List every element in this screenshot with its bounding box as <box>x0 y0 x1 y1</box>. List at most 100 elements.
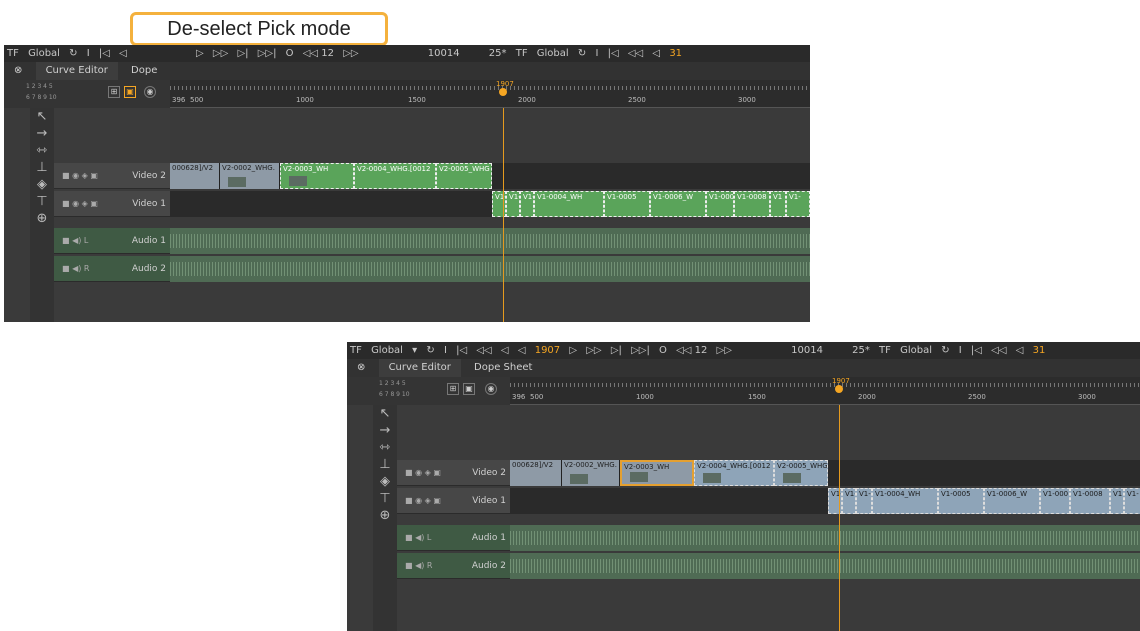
track-toggle-icons[interactable]: ■ ◉ ◈ ▣ <box>405 496 441 505</box>
track-arrow-icon[interactable]: → <box>373 422 397 439</box>
in-point-button-right[interactable]: I <box>956 342 965 359</box>
track-header-audio-2[interactable]: ■ ◀) R Audio 2 <box>397 553 510 579</box>
track-header-video-2[interactable]: ■ ◉ ◈ ▣ Video 2 <box>54 163 170 189</box>
clip-picked[interactable]: V1- <box>520 191 534 217</box>
tf-dropdown-right[interactable]: TF <box>513 45 531 62</box>
frame-field[interactable]: 1907 <box>532 342 563 359</box>
clip[interactable]: V1 <box>1110 488 1124 514</box>
track-number-row-1[interactable]: 1 2 3 4 5 <box>26 83 53 90</box>
fast-forward-button[interactable]: ▷▷ <box>583 342 604 359</box>
global-dropdown[interactable]: Global <box>368 342 406 359</box>
go-end-button[interactable]: ▷▷| <box>628 342 653 359</box>
time-ruler[interactable]: 396 500 1000 1500 2000 2500 3000 1907 <box>510 377 1140 405</box>
track-header-video-1[interactable]: ■ ◉ ◈ ▣ Video 1 <box>397 488 510 514</box>
clip[interactable]: V1- <box>1124 488 1140 514</box>
clip[interactable]: 000628]/V2 <box>170 163 220 189</box>
clip-picked[interactable]: V2-0005_WHG <box>436 163 492 189</box>
step-back-button-right[interactable]: ◁ <box>1013 342 1027 359</box>
out-point-button[interactable]: O <box>283 45 297 62</box>
clip[interactable]: 000628]/V2 <box>510 460 562 486</box>
step-back-button-right[interactable]: ◁ <box>649 45 663 62</box>
global-dropdown-right[interactable]: Global <box>897 342 935 359</box>
playhead-handle[interactable] <box>499 88 507 96</box>
tf-dropdown[interactable]: TF <box>4 45 22 62</box>
step-back-button[interactable]: ◁ <box>116 45 130 62</box>
blade-icon[interactable]: ◈ <box>373 473 397 490</box>
clip-picked[interactable]: V1-0008 <box>734 191 770 217</box>
frame-field-right[interactable]: 31 <box>1030 342 1049 359</box>
tf-dropdown[interactable]: TF <box>347 342 365 359</box>
blade-icon[interactable]: ◈ <box>30 176 54 193</box>
playhead-handle[interactable] <box>835 385 843 393</box>
track-number-row-1[interactable]: 1 2 3 4 5 <box>379 380 406 387</box>
rewind-button-right[interactable]: ◁◁ <box>625 45 646 62</box>
track-header-video-1[interactable]: ■ ◉ ◈ ▣ Video 1 <box>54 191 170 217</box>
zoom-icon[interactable]: ⊕ <box>373 507 397 524</box>
grid-icon[interactable]: ⊞ <box>447 383 459 395</box>
slip-icon[interactable]: ⇿ <box>373 439 397 456</box>
time-ruler[interactable]: 396 500 1000 1500 2000 2500 3000 1907 <box>170 80 810 108</box>
close-panel-icon[interactable]: ⊗ <box>4 62 32 80</box>
skip-frames-field[interactable]: ◁◁ 12 <box>673 342 710 359</box>
track-header-audio-1[interactable]: ■ ◀) L Audio 1 <box>397 525 510 551</box>
go-end-button[interactable]: ▷▷| <box>255 45 280 62</box>
step-back-button[interactable]: ◁ <box>498 342 512 359</box>
track-toggle-icons[interactable]: ■ ◀) L <box>62 236 88 245</box>
clip-picked[interactable]: V1- <box>786 191 810 217</box>
track-toggle-icons[interactable]: ■ ◀) R <box>405 561 432 570</box>
go-start-button-right[interactable]: |◁ <box>605 45 622 62</box>
track-number-row-2[interactable]: 6 7 8 9 10 <box>26 94 57 101</box>
skip-forward-button[interactable]: ▷▷ <box>714 342 735 359</box>
in-point-button[interactable]: I <box>84 45 93 62</box>
clip[interactable]: V2-0002_WHG. <box>220 163 280 189</box>
rewind-button[interactable]: ◁◁ <box>473 342 494 359</box>
out-point-button[interactable]: O <box>656 342 670 359</box>
track-arrow-icon[interactable]: → <box>30 125 54 142</box>
in-point-button-right[interactable]: I <box>592 45 601 62</box>
global-dropdown-right[interactable]: Global <box>534 45 572 62</box>
clip-picked[interactable]: V1-000 <box>706 191 734 217</box>
track-number-row-2[interactable]: 6 7 8 9 10 <box>379 391 410 398</box>
slide-icon[interactable]: ⊥ <box>373 456 397 473</box>
track-toggle-icons[interactable]: ■ ◀) R <box>62 264 89 273</box>
track-header-video-2[interactable]: ■ ◉ ◈ ▣ Video 2 <box>397 460 510 486</box>
slide-icon[interactable]: ⊥ <box>30 159 54 176</box>
track-toggle-icons[interactable]: ■ ◉ ◈ ▣ <box>62 199 98 208</box>
tf-dropdown-right[interactable]: TF <box>876 342 894 359</box>
select-arrow-icon[interactable]: ↖ <box>373 405 397 422</box>
track-header-audio-2[interactable]: ■ ◀) R Audio 2 <box>54 256 170 282</box>
clip[interactable]: V1-000 <box>1040 488 1070 514</box>
clip-selected[interactable]: V2-0003_WH <box>620 460 694 486</box>
go-start-button-right[interactable]: |◁ <box>968 342 985 359</box>
pick-mode-icon[interactable]: ▣ <box>124 86 136 98</box>
tab-dope-sheet[interactable]: Dope Sheet <box>464 359 542 377</box>
ripple-icon[interactable]: ⊤ <box>30 193 54 210</box>
clip[interactable]: V2-0005_WHG <box>774 460 828 486</box>
clip-picked[interactable]: V2-0004_WHG.[0012 <box>354 163 436 189</box>
grid-icon[interactable]: ⊞ <box>108 86 120 98</box>
loop-icon[interactable]: ↻ <box>423 342 437 359</box>
skip-forward-button[interactable]: ▷▷ <box>340 45 361 62</box>
snap-icon[interactable]: ◉ <box>485 383 497 395</box>
fps-dropdown[interactable]: 25* <box>486 45 510 62</box>
play-button[interactable]: ▷ <box>193 45 207 62</box>
global-dropdown[interactable]: Global <box>25 45 63 62</box>
go-start-button[interactable]: |◁ <box>453 342 470 359</box>
fps-dropdown[interactable]: 25* <box>849 342 873 359</box>
play-back-button[interactable]: ◁ <box>515 342 529 359</box>
pick-mode-icon[interactable]: ▣ <box>463 383 475 395</box>
clip[interactable]: V1- <box>856 488 872 514</box>
track-header-audio-1[interactable]: ■ ◀) L Audio 1 <box>54 228 170 254</box>
track-toggle-icons[interactable]: ■ ◉ ◈ ▣ <box>62 171 98 180</box>
close-panel-icon[interactable]: ⊗ <box>347 359 375 377</box>
clip[interactable]: V1-0005 <box>938 488 984 514</box>
ripple-icon[interactable]: ⊤ <box>373 490 397 507</box>
clip[interactable]: V1-0008 <box>1070 488 1110 514</box>
track-toggle-icons[interactable]: ■ ◉ ◈ ▣ <box>405 468 441 477</box>
clip[interactable]: V1- <box>842 488 856 514</box>
clip-picked[interactable]: V1-0005 <box>604 191 650 217</box>
clip-picked[interactable]: V1-0004_WH <box>534 191 604 217</box>
clip-picked[interactable]: V1-0006_W <box>650 191 706 217</box>
frame-field-right[interactable]: 31 <box>666 45 685 62</box>
timecode-display[interactable]: 10014 <box>425 45 463 62</box>
